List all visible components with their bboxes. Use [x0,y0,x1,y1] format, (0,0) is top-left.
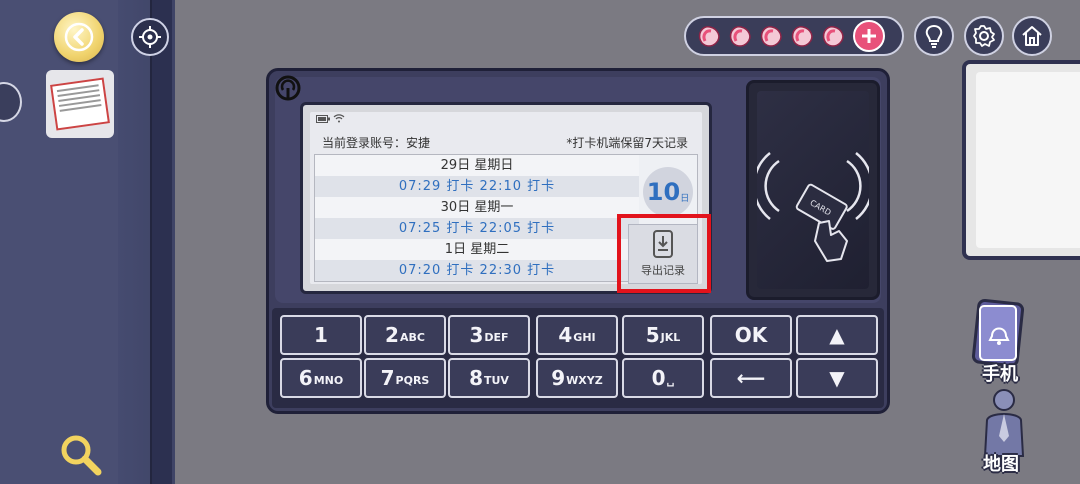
chevron-left-icon [64,22,94,52]
key-2-5[interactable]: 0 ␣ [622,358,704,398]
bean-icon [729,26,751,47]
record-times-1: 07:29 打卡 22:10 打卡 [315,176,639,197]
key-1-5[interactable]: 5 JKL [622,315,704,355]
account-label: 当前登录账号：安捷 [322,136,431,150]
key-letters-label: GHI [573,331,596,344]
paper-sheet[interactable] [962,60,1080,260]
key-2-2[interactable]: 7 PQRS [364,358,446,398]
key-letters-label: DEF [484,331,509,344]
card-reader[interactable]: CARD [746,80,880,300]
key-2-7[interactable]: ▼ [796,358,878,398]
key-letters-label: PQRS [395,374,430,387]
key-2-6[interactable]: ⟵ [710,358,792,398]
record-day-1: 29日 星期日 [315,155,639,176]
energy-bar [684,16,904,56]
status-icons [316,114,345,126]
card-tap-icon: CARD [752,152,874,262]
lightbulb-icon [925,24,943,48]
bean-icon [698,26,720,47]
bean-icon [760,26,782,47]
key-main-label: 1 [314,323,328,347]
bean-icon [822,26,844,47]
day-badge: 10 日 [643,167,693,217]
home-button[interactable] [1012,16,1052,56]
record-times-3: 07:20 打卡 22:30 打卡 [315,260,639,281]
key-letters-label: WXYZ [566,374,603,387]
key-1-6[interactable]: OK [710,315,792,355]
paper-inner [976,72,1080,248]
key-main-label: 8 [469,366,483,390]
home-icon [1022,26,1042,46]
card-reader-glass: CARD [752,91,874,289]
key-letters-label: TUV [483,374,509,387]
key-main-label: ▼ [829,366,845,390]
key-main-label: ⟵ [736,366,766,390]
key-1-7[interactable]: ▲ [796,315,878,355]
key-1-3[interactable]: 3 DEF [448,315,530,355]
key-main-label: 6 [298,366,313,390]
wifi-icon [333,114,345,123]
retention-note: *打卡机端保留7天记录 [566,136,688,150]
key-2-4[interactable]: 9 WXYZ [536,358,618,398]
key-letters-label: JKL [660,331,681,344]
key-main-label: OK [734,323,768,347]
signal-icon [275,75,301,101]
plus-icon [862,29,876,43]
key-1-1[interactable]: 1 [280,315,362,355]
bean-icon [791,26,813,47]
clue-note-item[interactable] [46,70,114,138]
key-main-label: 3 [469,323,484,347]
character-map-icon [983,389,1025,457]
crosshair-icon [139,26,161,48]
day-badge-number: 10 [646,178,681,206]
key-letters-label: MNO [313,374,344,387]
highlight-box [617,214,711,293]
key-main-label: 4 [558,323,573,347]
gear-icon [973,25,995,47]
record-times-2: 07:25 打卡 22:05 打卡 [315,218,639,239]
key-letters-label: ABC [399,331,425,344]
back-button[interactable] [54,12,104,62]
key-main-label: 0 [651,366,666,390]
locate-button[interactable] [131,18,169,56]
left-rail [150,0,172,484]
key-2-1[interactable]: 6 MNO [280,358,362,398]
key-1-4[interactable]: 4 GHI [536,315,618,355]
key-1-2[interactable]: 2 ABC [364,315,446,355]
settings-button[interactable] [964,16,1004,56]
battery-icon [316,115,330,123]
day-badge-unit: 日 [680,193,690,204]
magnifier-icon [61,435,102,476]
hint-button[interactable] [914,16,954,56]
key-main-label: 2 [385,323,399,347]
record-day-3: 1日 星期二 [315,239,639,260]
search-button[interactable] [58,432,106,480]
add-energy-button[interactable] [853,20,885,52]
key-main-label: ▲ [829,323,845,347]
key-2-3[interactable]: 8 TUV [448,358,530,398]
key-letters-label: ␣ [666,374,675,387]
key-main-label: 7 [380,366,395,390]
phone-label: 手机 [982,364,1018,385]
map-label: 地图 [983,454,1019,475]
record-day-2: 30日 星期一 [315,197,639,218]
note-icon [50,77,110,131]
key-main-label: 9 [551,366,566,390]
key-main-label: 5 [645,323,660,347]
map-item[interactable] [975,386,1033,460]
